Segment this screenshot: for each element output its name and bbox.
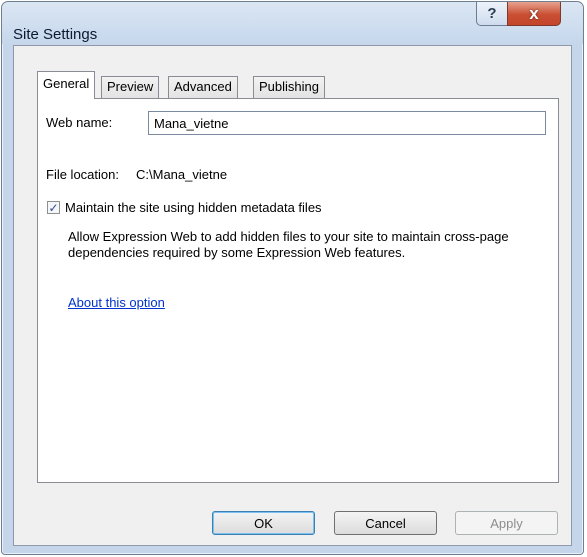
close-button[interactable]: x — [507, 2, 561, 26]
dialog-client-area: General Preview Advanced Publishing Web … — [13, 45, 572, 546]
metadata-description: Allow Expression Web to add hidden files… — [68, 229, 509, 260]
cancel-button[interactable]: Cancel — [334, 511, 437, 535]
metadata-checkbox[interactable]: ✓ — [47, 201, 60, 214]
file-location-label: File location: — [46, 167, 119, 182]
tab-publishing[interactable]: Publishing — [253, 76, 325, 98]
web-name-input[interactable] — [148, 111, 546, 135]
dialog-title: Site Settings — [13, 26, 98, 43]
help-button[interactable]: ? — [476, 2, 508, 26]
about-this-option-link[interactable]: About this option — [68, 295, 165, 310]
title-bar[interactable]: Site Settings ? x — [2, 2, 583, 44]
metadata-checkbox-label[interactable]: Maintain the site using hidden metadata … — [65, 200, 322, 215]
apply-button[interactable]: Apply — [455, 511, 558, 535]
close-icon: x — [529, 3, 539, 23]
tab-advanced[interactable]: Advanced — [168, 76, 238, 98]
general-tab-panel: Web name: File location: C:\Mana_vietne … — [37, 98, 559, 483]
web-name-label: Web name: — [46, 115, 113, 130]
tab-general[interactable]: General — [37, 71, 96, 99]
checkmark-icon: ✓ — [48, 200, 59, 215]
file-location-value: C:\Mana_vietne — [136, 167, 228, 182]
tab-preview[interactable]: Preview — [101, 76, 160, 98]
help-icon: ? — [487, 5, 497, 22]
site-settings-dialog: Site Settings ? x General Preview Advanc… — [1, 1, 584, 555]
ok-button[interactable]: OK — [212, 511, 315, 535]
